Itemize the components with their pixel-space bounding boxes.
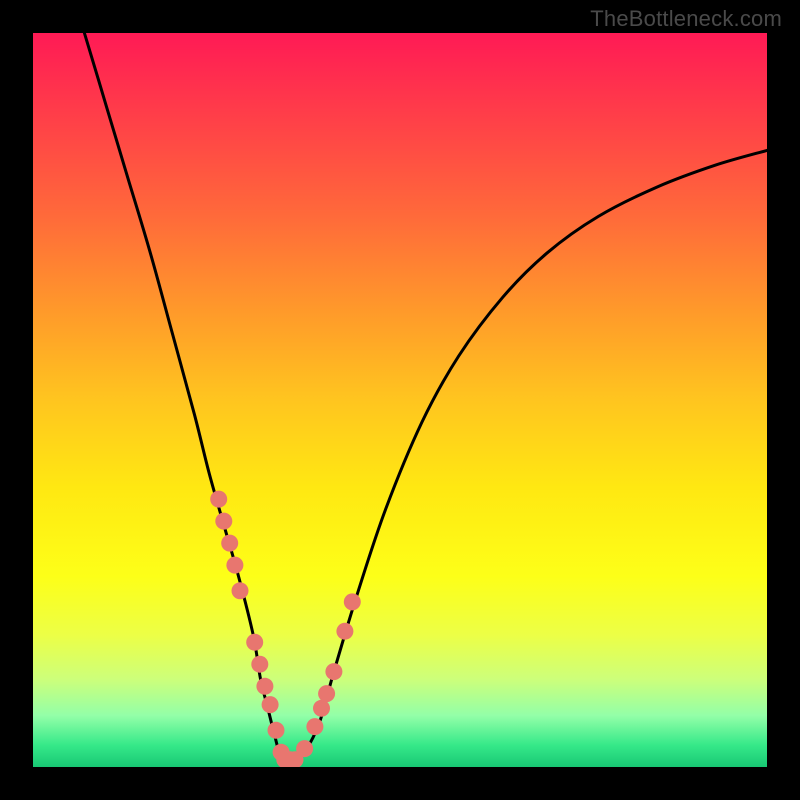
data-point: [215, 513, 232, 530]
data-point: [268, 722, 285, 739]
bottleneck-curve: [84, 33, 767, 765]
chart-frame: TheBottleneck.com: [0, 0, 800, 800]
data-point: [210, 491, 227, 508]
data-point: [344, 593, 361, 610]
data-point: [313, 700, 330, 717]
data-point: [306, 718, 323, 735]
data-point: [251, 656, 268, 673]
curve-layer: [33, 33, 767, 767]
data-point: [262, 696, 279, 713]
data-point: [318, 685, 335, 702]
data-point: [226, 557, 243, 574]
dot-group: [210, 491, 361, 767]
plot-area: [33, 33, 767, 767]
watermark-text: TheBottleneck.com: [590, 6, 782, 32]
data-point: [325, 663, 342, 680]
data-point: [232, 582, 249, 599]
data-point: [221, 535, 238, 552]
data-point: [296, 740, 313, 757]
data-point: [256, 678, 273, 695]
data-point: [336, 623, 353, 640]
data-point: [246, 634, 263, 651]
